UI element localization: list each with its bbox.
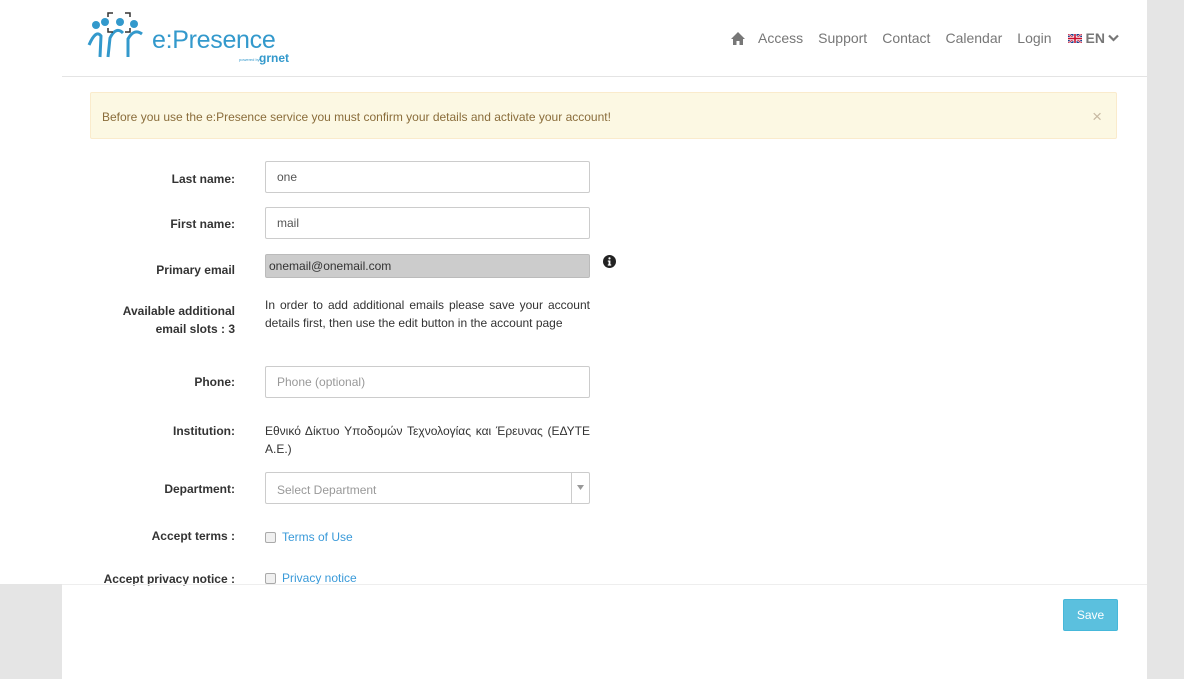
privacy-checkbox[interactable] [265, 572, 276, 584]
nav-login[interactable]: Login [1017, 30, 1051, 46]
save-button[interactable]: Save [1063, 599, 1118, 631]
primary-email-label: Primary email [156, 263, 235, 277]
form-divider [62, 584, 1147, 585]
language-label: EN [1085, 30, 1105, 46]
alert-text: Before you use the e:Presence service yo… [102, 110, 611, 124]
institution-label: Institution: [173, 424, 235, 438]
nav-contact[interactable]: Contact [882, 30, 930, 46]
additional-email-info: In order to add additional emails please… [265, 298, 590, 330]
nav-support[interactable]: Support [818, 30, 867, 46]
left-margin [0, 0, 12, 584]
activation-alert: Before you use the e:Presence service yo… [90, 92, 1117, 139]
logo-grnet-text: grnet [259, 51, 289, 65]
phone-input[interactable] [265, 366, 590, 398]
primary-email-field [265, 254, 590, 278]
additional-email-label-line1: Available additional [122, 304, 235, 318]
logo[interactable]: e:Presence powered by grnet [86, 10, 346, 66]
phone-label: Phone: [194, 375, 235, 389]
department-label: Department: [164, 482, 235, 496]
page-container: e:Presence powered by grnet Access Suppo… [62, 0, 1147, 679]
select-arrow[interactable] [571, 473, 589, 503]
terms-checkbox[interactable] [265, 531, 276, 543]
nav-access[interactable]: Access [758, 30, 803, 46]
first-name-label: First name: [170, 217, 235, 231]
department-select-value: Select Department [277, 483, 377, 497]
last-name-label: Last name: [171, 172, 235, 186]
home-icon[interactable] [730, 31, 746, 46]
page-margin [12, 0, 62, 584]
main-nav: Access Support Contact Calendar Login EN [730, 30, 1119, 46]
additional-email-label-line2: email slots : 3 [155, 322, 235, 336]
terms-checkbox-row: Terms of Use [265, 530, 353, 544]
uk-flag-icon [1067, 33, 1082, 43]
accept-privacy-label: Accept privacy notice : [103, 572, 235, 586]
logo-powered-text: powered by [239, 57, 260, 62]
additional-email-slots-label: Available additional email slots : 3 [72, 302, 235, 338]
alert-close-button[interactable]: × [1092, 107, 1102, 127]
chevron-down-icon [1108, 34, 1119, 42]
nav-calendar[interactable]: Calendar [945, 30, 1002, 46]
caret-down-icon [577, 485, 584, 490]
accept-terms-label: Accept terms : [151, 529, 235, 543]
privacy-notice-link[interactable]: Privacy notice [282, 571, 357, 585]
info-icon[interactable] [603, 255, 616, 268]
first-name-input[interactable] [265, 207, 590, 239]
terms-of-use-link[interactable]: Terms of Use [282, 530, 353, 544]
privacy-checkbox-row: Privacy notice [265, 571, 357, 585]
logo-figures-icon [87, 12, 143, 58]
navbar: e:Presence powered by grnet Access Suppo… [62, 0, 1147, 77]
logo-text: e:Presence [152, 26, 276, 54]
institution-value: Εθνικό Δίκτυο Υποδομών Τεχνολογίας και Έ… [265, 424, 590, 456]
department-select[interactable]: Select Department [265, 472, 590, 504]
language-selector[interactable]: EN [1067, 30, 1119, 46]
last-name-input[interactable] [265, 161, 590, 193]
